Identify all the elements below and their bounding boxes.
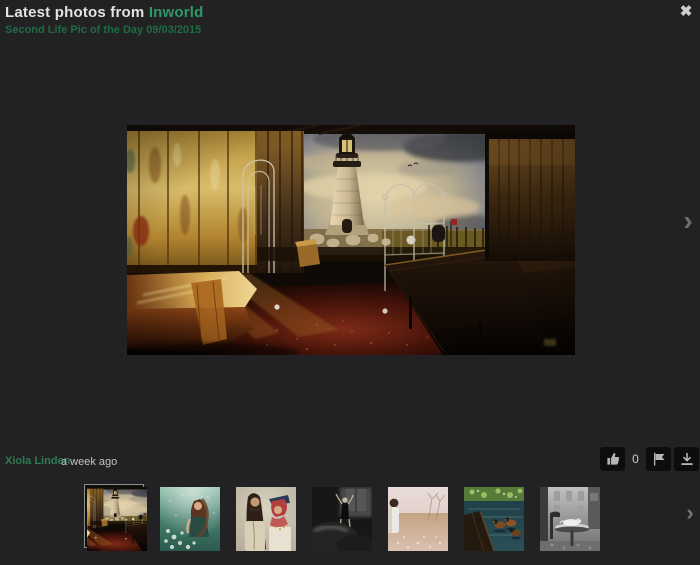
posted-time: a week ago xyxy=(61,456,117,468)
flag-button[interactable] xyxy=(646,447,671,471)
thumbnail-image xyxy=(388,487,448,551)
close-icon: ✖ xyxy=(680,3,693,20)
thumbnail-ducks[interactable] xyxy=(464,487,524,551)
download-button[interactable] xyxy=(674,447,699,471)
inworld-link[interactable]: Inworld xyxy=(149,4,204,21)
thumbnail-couple[interactable] xyxy=(236,487,296,551)
chevron-right-icon: › xyxy=(683,205,692,236)
thumbnail-lighthouse[interactable] xyxy=(84,484,144,548)
like-count: 0 xyxy=(632,452,639,466)
thumbnails-next-button[interactable]: › xyxy=(680,499,700,527)
page-title: Latest photos from Inworld xyxy=(5,4,204,21)
flag-icon xyxy=(651,451,667,467)
main-photo-image xyxy=(127,125,575,355)
thumbnail-strip xyxy=(84,484,616,551)
chevron-right-icon: › xyxy=(686,500,693,525)
thumbnail-dark-figure[interactable] xyxy=(312,487,372,551)
thumbnail-street-cat[interactable] xyxy=(540,487,600,551)
thumbnail-image xyxy=(160,487,220,551)
close-button[interactable]: ✖ xyxy=(676,3,696,21)
lightbox-header: Latest photos from Inworld Second Life P… xyxy=(5,4,204,36)
thumbnail-image xyxy=(312,487,372,551)
thumbnail-pastel-field[interactable] xyxy=(388,487,448,551)
photo-actions: 0 xyxy=(600,447,699,471)
main-photo xyxy=(127,125,575,355)
title-prefix: Latest photos from xyxy=(5,4,149,21)
next-photo-button[interactable]: › xyxy=(677,203,699,239)
thumbnail-image xyxy=(87,487,147,551)
subtitle-link[interactable]: Second Life Pic of the Day 09/03/2015 xyxy=(5,24,204,36)
thumbnail-image xyxy=(236,487,296,551)
thumbnail-image xyxy=(464,487,524,551)
download-icon xyxy=(679,451,695,467)
thumbnail-blossom-water[interactable] xyxy=(160,487,220,551)
thumbs-up-icon xyxy=(605,451,621,467)
thumbnail-image xyxy=(540,487,600,551)
like-button[interactable] xyxy=(600,447,625,471)
